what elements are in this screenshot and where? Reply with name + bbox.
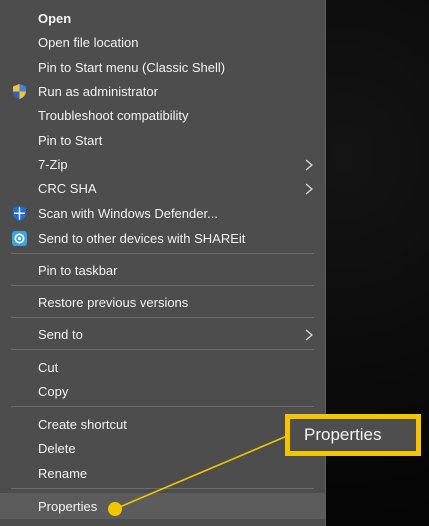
callout-label: Properties [304, 425, 382, 444]
properties-callout: Properties [285, 414, 421, 456]
callout-inner: Properties [290, 419, 416, 451]
callout-pointer-line [114, 435, 288, 510]
callout-pointer-dot [108, 502, 122, 516]
